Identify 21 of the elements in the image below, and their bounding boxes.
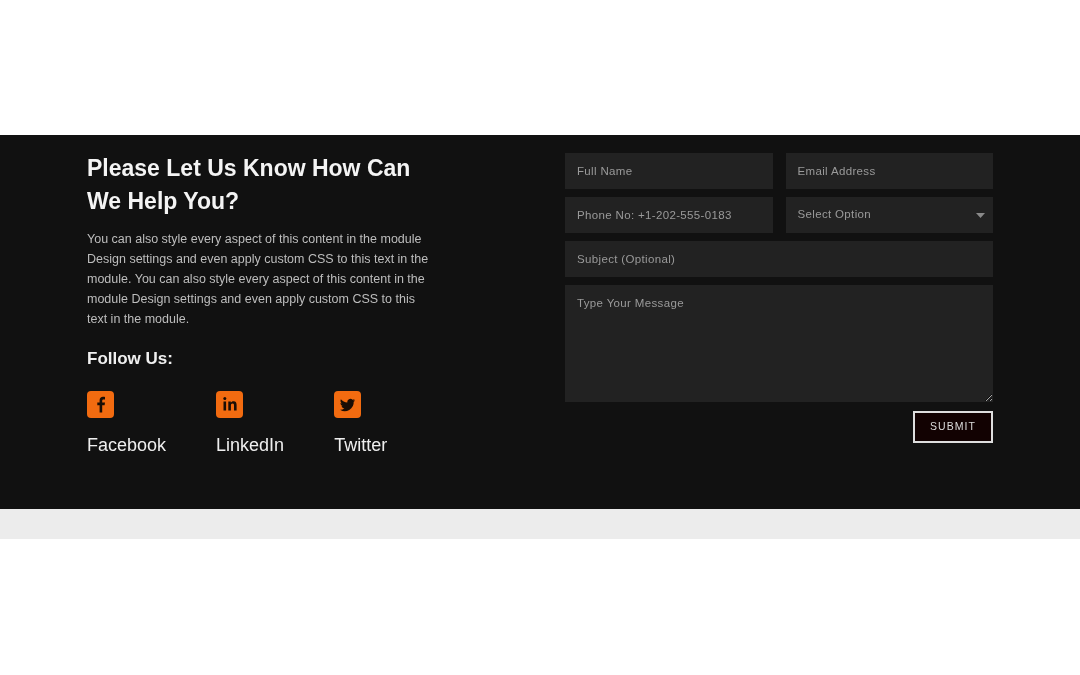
input-field[interactable]: Phone No: +1-202-555-0183 xyxy=(565,197,773,233)
facebook-icon xyxy=(87,391,114,418)
input-field[interactable]: Full Name xyxy=(565,153,773,189)
social-link-label: Facebook xyxy=(87,434,167,457)
social-link-label: Twitter xyxy=(334,434,388,457)
linkedin-icon xyxy=(216,391,244,418)
description-text: You can also style every aspect of this content in the module Design settings and even apply custom CSS to this text in the module. You can also style every aspect of this content in the module Design settings and even apply custom CSS to this text in the module. xyxy=(87,231,430,328)
select-field-value: Select Option xyxy=(797,207,872,223)
select-field[interactable]: Select Option xyxy=(785,197,993,233)
social-link[interactable]: Twitter xyxy=(334,391,388,457)
submit-button[interactable]: SUBMIT xyxy=(913,411,993,443)
social-link[interactable]: LinkedIn xyxy=(216,391,285,457)
twitter-bird-icon xyxy=(334,391,362,418)
input-field[interactable]: Subject (Optional) xyxy=(565,241,993,277)
section-heading: Please Let Us Know How Can We Help You? xyxy=(87,154,412,216)
message-field[interactable]: Type Your Message xyxy=(565,285,993,402)
social-link-label: LinkedIn xyxy=(216,434,285,457)
follow-us-heading: Follow Us: xyxy=(87,348,173,370)
caret-icon xyxy=(976,212,985,218)
input-field[interactable]: Email Address xyxy=(785,153,993,189)
social-link[interactable]: Facebook xyxy=(87,391,167,457)
